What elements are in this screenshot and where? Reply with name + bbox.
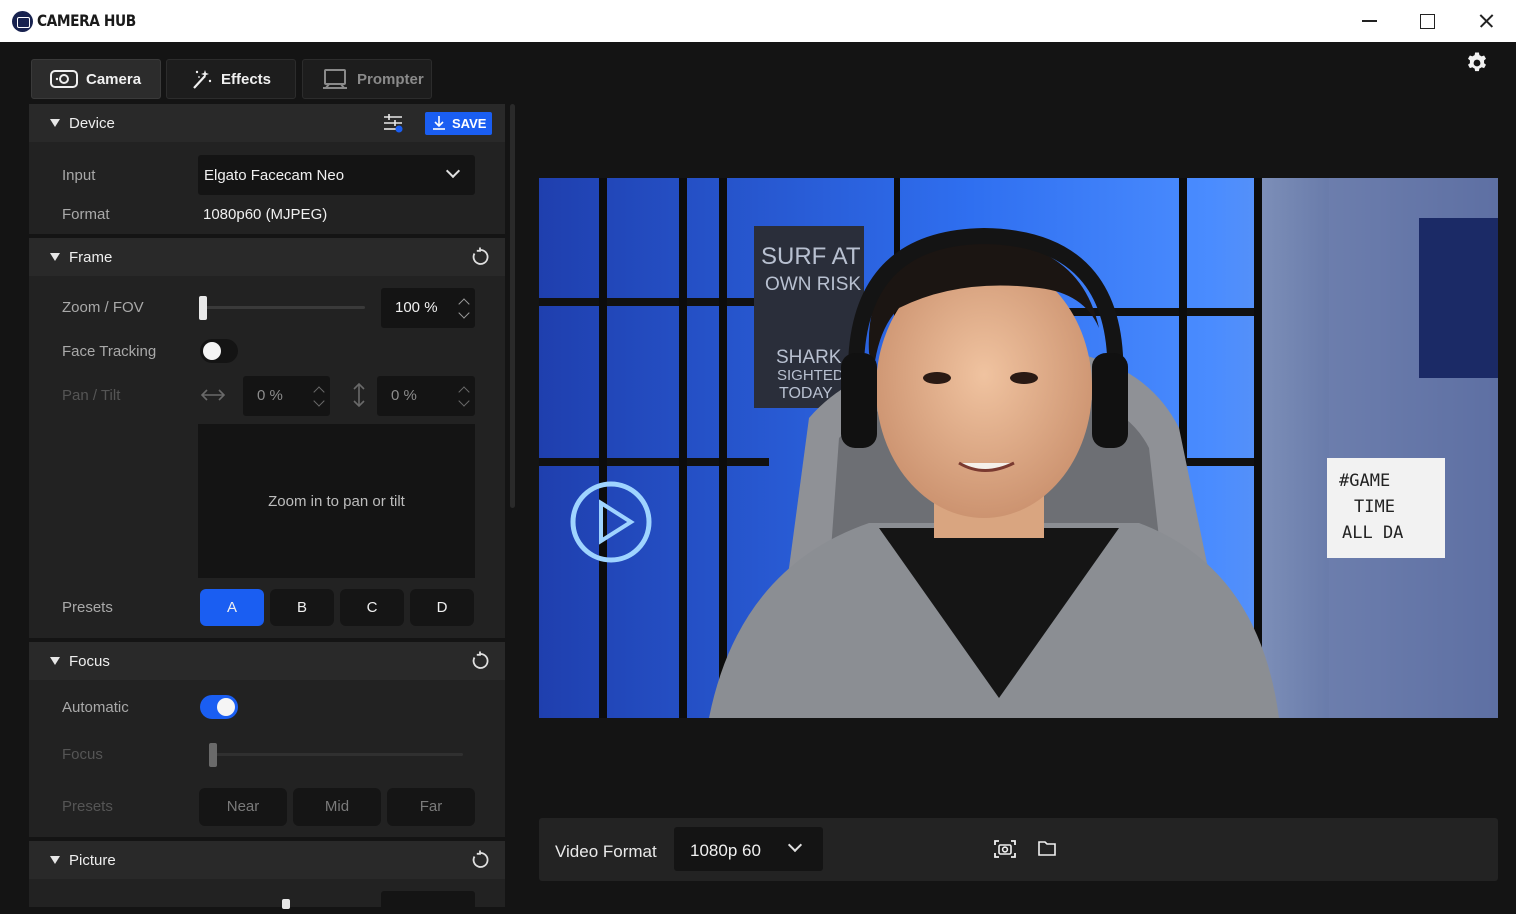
svg-text:SIGHTED: SIGHTED: [777, 367, 844, 384]
panel-scrollbar[interactable]: [510, 104, 515, 508]
tab-effects[interactable]: Effects: [166, 59, 296, 99]
tab-prompter-label: Prompter: [357, 71, 424, 88]
pan-value: 0 %: [257, 387, 283, 404]
sliders-settings-icon[interactable]: [382, 113, 404, 133]
chevron-down-icon[interactable]: [458, 307, 470, 319]
app-title: CAMERA HUB: [37, 11, 136, 30]
video-format-value: 1080p 60: [690, 841, 761, 860]
focus-far-button[interactable]: Far: [387, 788, 475, 826]
chevron-down-icon: [445, 163, 461, 179]
input-dropdown[interactable]: Elgato Facecam Neo: [198, 155, 475, 195]
reset-icon[interactable]: [470, 247, 490, 267]
toggle-knob: [203, 342, 221, 360]
input-dropdown-value: Elgato Facecam Neo: [204, 167, 345, 184]
camera-logo-icon: [12, 11, 33, 32]
zoom-stepper[interactable]: 100 %: [381, 288, 475, 328]
tab-effects-label: Effects: [221, 71, 272, 88]
automatic-label: Automatic: [62, 699, 129, 716]
tilt-stepper[interactable]: 0 %: [377, 376, 475, 416]
video-format-label: Video Format: [555, 842, 657, 861]
tab-camera[interactable]: Camera: [31, 59, 161, 99]
zoom-slider[interactable]: [202, 306, 365, 309]
minimize-icon[interactable]: [1340, 0, 1398, 42]
preset-b-button[interactable]: B: [270, 589, 334, 626]
focus-slider-thumb[interactable]: [209, 743, 217, 767]
preset-c-button[interactable]: C: [340, 589, 404, 626]
toggle-knob: [217, 698, 235, 716]
chevron-down-icon[interactable]: [458, 395, 470, 407]
maximize-icon[interactable]: [1398, 0, 1456, 42]
close-icon[interactable]: [1456, 0, 1514, 42]
caret-down-icon: [50, 253, 60, 261]
chevron-down-icon: [787, 837, 803, 853]
picture-section-header[interactable]: Picture: [29, 841, 505, 879]
focus-near-button[interactable]: Near: [199, 788, 287, 826]
pan-tilt-area[interactable]: Zoom in to pan or tilt: [198, 424, 475, 578]
save-button[interactable]: SAVE: [425, 112, 492, 135]
input-label: Input: [62, 167, 96, 184]
preset-a-button[interactable]: A: [200, 589, 264, 626]
reset-icon[interactable]: [470, 850, 490, 870]
focus-label: Focus: [62, 746, 103, 763]
camera-snapshot-icon[interactable]: [993, 838, 1017, 860]
focus-presets-label: Presets: [62, 798, 113, 815]
prompter-icon: [323, 69, 347, 89]
save-button-label: SAVE: [452, 116, 487, 131]
picture-section-body: [29, 879, 505, 911]
svg-text:OWN RISK: OWN RISK: [765, 274, 861, 295]
presets-label: Presets: [62, 599, 113, 616]
svg-text:#GAME: #GAME: [1339, 471, 1390, 491]
gear-icon[interactable]: [1465, 51, 1489, 75]
bottom-bar: Video Format 1080p 60: [539, 818, 1498, 881]
picture-section-title: Picture: [69, 852, 116, 869]
format-label: Format: [62, 206, 110, 223]
picture-slider-thumb[interactable]: [282, 899, 290, 909]
tab-camera-label: Camera: [86, 71, 142, 88]
tilt-value: 0 %: [391, 387, 417, 404]
caret-down-icon: [50, 657, 60, 665]
focus-section-header[interactable]: Focus: [29, 642, 505, 680]
chevron-down-icon[interactable]: [313, 395, 325, 407]
format-value: 1080p60 (MJPEG): [203, 206, 328, 223]
magic-wand-icon: [193, 70, 212, 89]
focus-section-title: Focus: [69, 653, 110, 670]
focus-mid-button[interactable]: Mid: [293, 788, 381, 826]
zoom-label: Zoom / FOV: [62, 299, 144, 316]
zoom-slider-thumb[interactable]: [199, 296, 207, 320]
camera-preview: SURF AT OWN RISK SHARK SIGHTED TODAY #GA…: [539, 178, 1498, 718]
preset-d-button[interactable]: D: [410, 589, 474, 626]
svg-text:ALL DA: ALL DA: [1342, 523, 1403, 543]
reset-icon[interactable]: [470, 651, 490, 671]
svg-text:SURF AT: SURF AT: [761, 243, 861, 270]
face-tracking-label: Face Tracking: [62, 343, 157, 360]
svg-text:SHARK: SHARK: [776, 347, 842, 368]
device-section-title: Device: [69, 115, 115, 132]
download-icon: [433, 116, 445, 130]
frame-section-title: Frame: [69, 249, 113, 266]
frame-section-header[interactable]: Frame: [29, 238, 505, 276]
automatic-focus-toggle[interactable]: [200, 695, 238, 719]
tilt-vertical-icon: [353, 382, 365, 408]
svg-text:TIME: TIME: [1354, 497, 1395, 517]
pan-stepper[interactable]: 0 %: [243, 376, 330, 416]
face-tracking-toggle[interactable]: [200, 339, 238, 363]
pan-horizontal-icon: [200, 389, 226, 401]
svg-text:TODAY: TODAY: [779, 385, 833, 402]
pan-tilt-label: Pan / Tilt: [62, 387, 121, 404]
focus-slider[interactable]: [210, 753, 463, 756]
video-format-dropdown[interactable]: 1080p 60: [674, 827, 823, 871]
folder-icon[interactable]: [1038, 840, 1056, 856]
caret-down-icon: [50, 856, 60, 864]
tab-prompter[interactable]: Prompter: [302, 59, 432, 99]
picture-stepper[interactable]: [381, 891, 475, 911]
title-bar: CAMERA HUB: [0, 0, 1516, 42]
camera-icon: [50, 70, 78, 88]
pan-tilt-hint: Zoom in to pan or tilt: [268, 493, 405, 510]
caret-down-icon: [50, 119, 60, 127]
zoom-value: 100 %: [395, 299, 438, 316]
